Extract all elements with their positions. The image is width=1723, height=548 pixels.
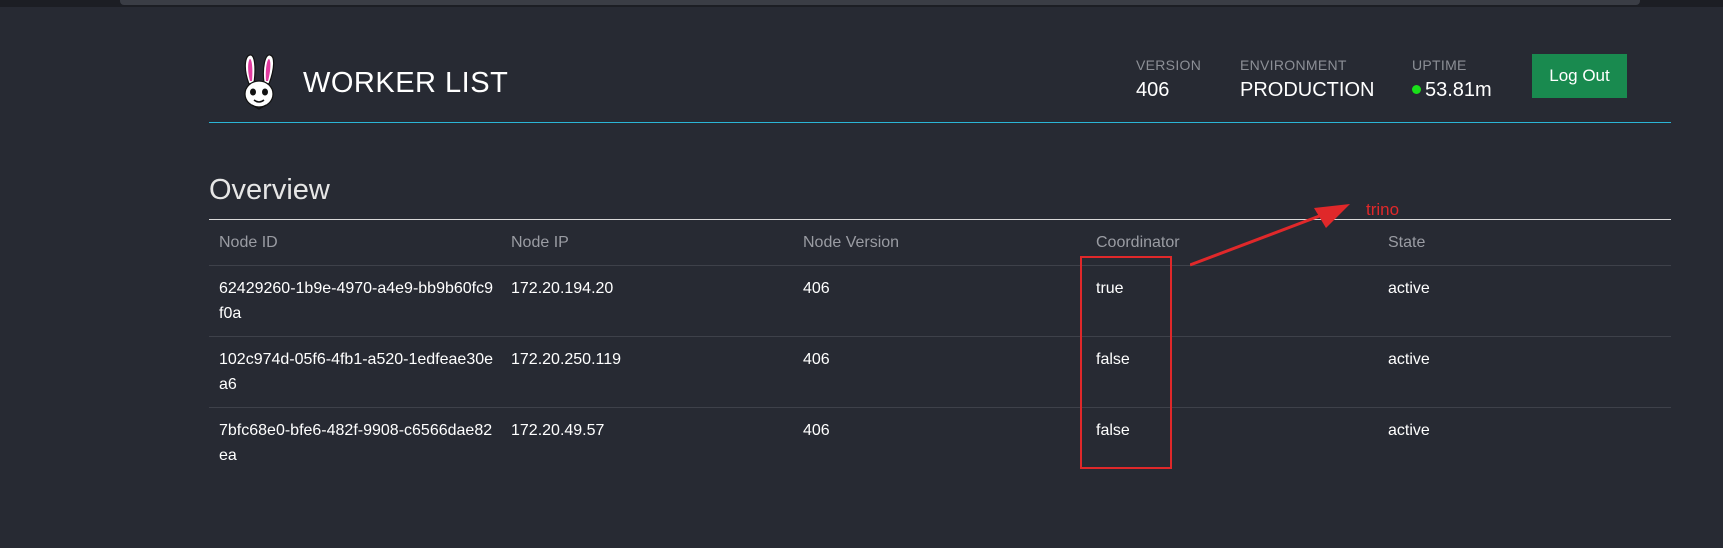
status-dot-icon [1412,85,1421,94]
column-header-coordinator: Coordinator [1096,234,1180,251]
page-title: WORKER LIST [303,67,509,99]
annotation-arrow-icon [1190,204,1350,267]
node-version-cell: 406 [803,280,830,297]
version-label: VERSION [1136,57,1202,73]
horizontal-scrollbar[interactable] [120,0,1640,5]
browser-top-edge [0,0,1723,7]
version-value: 406 [1136,79,1170,101]
page-container: WORKER LIST VERSION 406 ENVIRONMENT PROD… [209,7,1671,464]
node-ip-cell: 172.20.49.57 [511,422,605,439]
overview-title: Overview [209,174,330,206]
node-id-cell[interactable]: 62429260-1b9e-4970-a4e9-bb9b60fc9f0a [219,276,494,326]
table-row[interactable]: 102c974d-05f6-4fb1-a520-1edfeae30ea6 172… [209,337,1671,408]
logout-button[interactable]: Log Out [1532,54,1627,98]
column-header-state: State [1388,234,1426,251]
state-cell: active [1388,422,1430,439]
node-id-cell[interactable]: 7bfc68e0-bfe6-482f-9908-c6566dae82ea [219,418,494,468]
table-row[interactable]: 62429260-1b9e-4970-a4e9-bb9b60fc9f0a 172… [209,266,1671,337]
version-stat: VERSION 406 [1136,57,1201,102]
environment-value: PRODUCTION [1240,79,1375,101]
node-ip-cell: 172.20.194.20 [511,280,614,297]
column-header-node-id: Node ID [219,234,278,251]
node-version-cell: 406 [803,422,830,439]
annotation-label: trino [1366,200,1400,219]
state-cell: active [1388,280,1430,297]
uptime-value-row: 53.81m [1412,79,1492,102]
state-cell: active [1388,351,1430,368]
bunny-logo-icon [244,54,275,110]
uptime-value: 53.81m [1425,79,1492,101]
uptime-stat: UPTIME 53.81m [1412,57,1492,102]
environment-stat: ENVIRONMENT PRODUCTION [1240,57,1374,102]
column-header-node-ip: Node IP [511,234,569,251]
page-header: WORKER LIST VERSION 406 ENVIRONMENT PROD… [209,7,1671,123]
table-row[interactable]: 7bfc68e0-bfe6-482f-9908-c6566dae82ea 172… [209,408,1671,478]
node-ip-cell: 172.20.250.119 [511,351,622,368]
node-id-cell[interactable]: 102c974d-05f6-4fb1-a520-1edfeae30ea6 [219,347,494,397]
worker-table: Node ID Node IP Node Version Coordinator… [209,219,1671,478]
node-version-cell: 406 [803,351,830,368]
uptime-label: UPTIME [1412,57,1467,73]
table-header-row: Node ID Node IP Node Version Coordinator… [209,220,1671,266]
environment-label: ENVIRONMENT [1240,57,1347,73]
annotation-highlight-box [1080,256,1172,469]
column-header-node-version: Node Version [803,234,900,251]
